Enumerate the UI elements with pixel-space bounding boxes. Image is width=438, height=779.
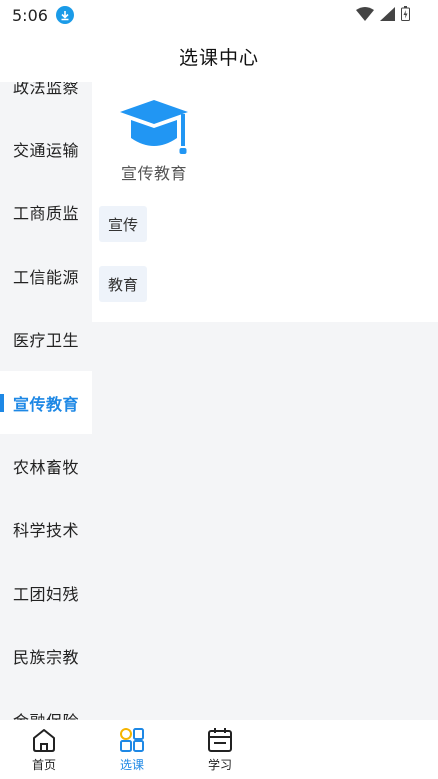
sidebar-list: 政法监察 交通运输 工商质监 工信能源 医疗卫生 宣传教育 农林畜牧 科学技术 … bbox=[0, 82, 92, 720]
nav-home-label: 首页 bbox=[31, 758, 56, 772]
wifi-icon bbox=[356, 6, 374, 21]
sidebar-item-label: 政法监察 bbox=[13, 82, 80, 97]
header: 选课中心 bbox=[0, 30, 438, 82]
content-empty-area bbox=[92, 322, 438, 720]
signal-icon bbox=[380, 6, 395, 21]
course-panel: 宣传教育 宣传 教育 bbox=[92, 82, 438, 322]
category-header: 宣传教育 bbox=[114, 98, 194, 184]
grid-icon bbox=[120, 728, 144, 752]
nav-home[interactable]: 首页 bbox=[0, 720, 88, 779]
bottom-nav: 首页 选课 学习 bbox=[0, 720, 438, 779]
page-title: 选课中心 bbox=[178, 46, 259, 69]
sidebar-item-zhengfa[interactable]: 政法监察 bbox=[0, 82, 92, 117]
sidebar-item-kexue[interactable]: 科学技术 bbox=[0, 498, 92, 561]
sidebar-item-gongshang[interactable]: 工商质监 bbox=[0, 181, 92, 244]
sidebar-item-minzu[interactable]: 民族宗教 bbox=[0, 625, 92, 688]
tag-jiaoyu[interactable]: 教育 bbox=[99, 266, 148, 302]
sidebar-item-label: 医疗卫生 bbox=[13, 331, 80, 351]
sidebar-item-label: 农林畜牧 bbox=[13, 458, 80, 478]
status-bar: 5:06 bbox=[0, 0, 438, 30]
sidebar-item-label: 工商质监 bbox=[13, 204, 80, 224]
download-icon bbox=[55, 6, 74, 24]
nav-courses-label: 选课 bbox=[119, 758, 144, 772]
sidebar-item-label: 工信能源 bbox=[13, 267, 80, 287]
sidebar-item-label: 民族宗教 bbox=[13, 648, 80, 668]
sidebar-item-label: 交通运输 bbox=[13, 141, 80, 161]
nav-study-label: 学习 bbox=[207, 758, 232, 772]
sidebar-item-yiliao[interactable]: 医疗卫生 bbox=[0, 308, 92, 371]
battery-icon bbox=[401, 6, 410, 21]
tag-xuanchuan[interactable]: 宣传 bbox=[99, 206, 148, 242]
graduation-cap-icon bbox=[120, 100, 188, 154]
nav-study[interactable]: 学习 bbox=[176, 720, 264, 779]
sidebar-item-jinrong[interactable]: 金融保险 bbox=[0, 688, 92, 720]
sidebar-item-gongtuan[interactable]: 工团妇残 bbox=[0, 561, 92, 624]
nav-courses[interactable]: 选课 bbox=[88, 720, 176, 779]
sidebar-item-nonglin[interactable]: 农林畜牧 bbox=[0, 434, 92, 497]
tag-label: 宣传 bbox=[108, 215, 139, 234]
home-icon bbox=[33, 729, 55, 752]
tag-label: 教育 bbox=[108, 275, 139, 294]
calendar-icon bbox=[208, 728, 232, 752]
category-sidebar[interactable]: 政法监察 交通运输 工商质监 工信能源 医疗卫生 宣传教育 农林畜牧 科学技术 … bbox=[0, 82, 92, 720]
category-title: 宣传教育 bbox=[120, 164, 187, 183]
sidebar-item-label: 宣传教育 bbox=[13, 394, 80, 414]
sidebar-item-xuanchuan[interactable]: 宣传教育 bbox=[0, 370, 92, 435]
sidebar-item-jiaotong[interactable]: 交通运输 bbox=[0, 117, 92, 180]
sidebar-item-gongxin[interactable]: 工信能源 bbox=[0, 244, 92, 307]
sidebar-item-label: 金融保险 bbox=[13, 708, 79, 720]
status-icons bbox=[356, 6, 410, 21]
sidebar-item-label: 科学技术 bbox=[13, 521, 80, 541]
status-time: 5:06 bbox=[12, 5, 48, 25]
sidebar-item-label: 工团妇残 bbox=[13, 584, 80, 604]
